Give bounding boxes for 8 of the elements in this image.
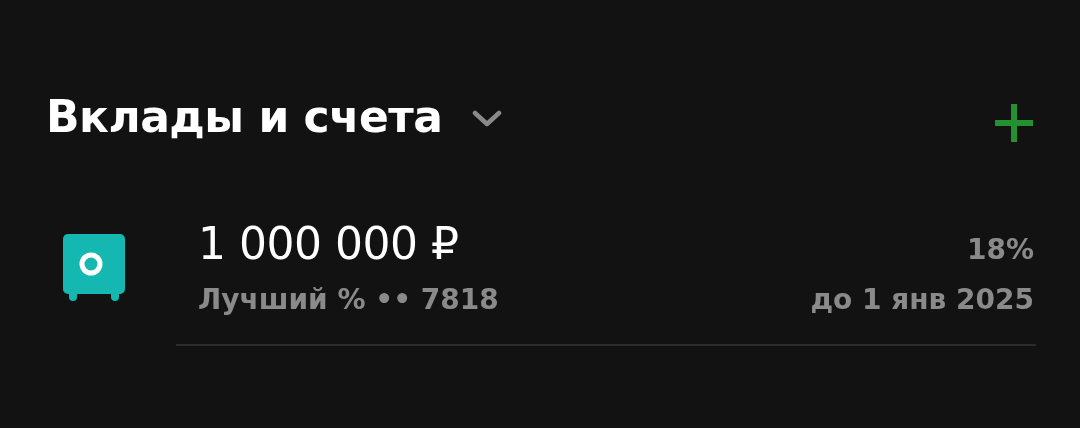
chevron-down-icon[interactable] [472, 110, 503, 128]
safe-icon [62, 233, 126, 303]
section-title: Вклады и счета [46, 90, 443, 142]
term-date: до 1 янв 2025 [810, 283, 1034, 317]
account-amount: 1 000 000 ₽ [198, 219, 460, 269]
interest-rate: 18% [966, 232, 1034, 268]
add-icon[interactable] [994, 103, 1034, 143]
account-subtitle: Лучший % •• 7818 [198, 283, 499, 317]
